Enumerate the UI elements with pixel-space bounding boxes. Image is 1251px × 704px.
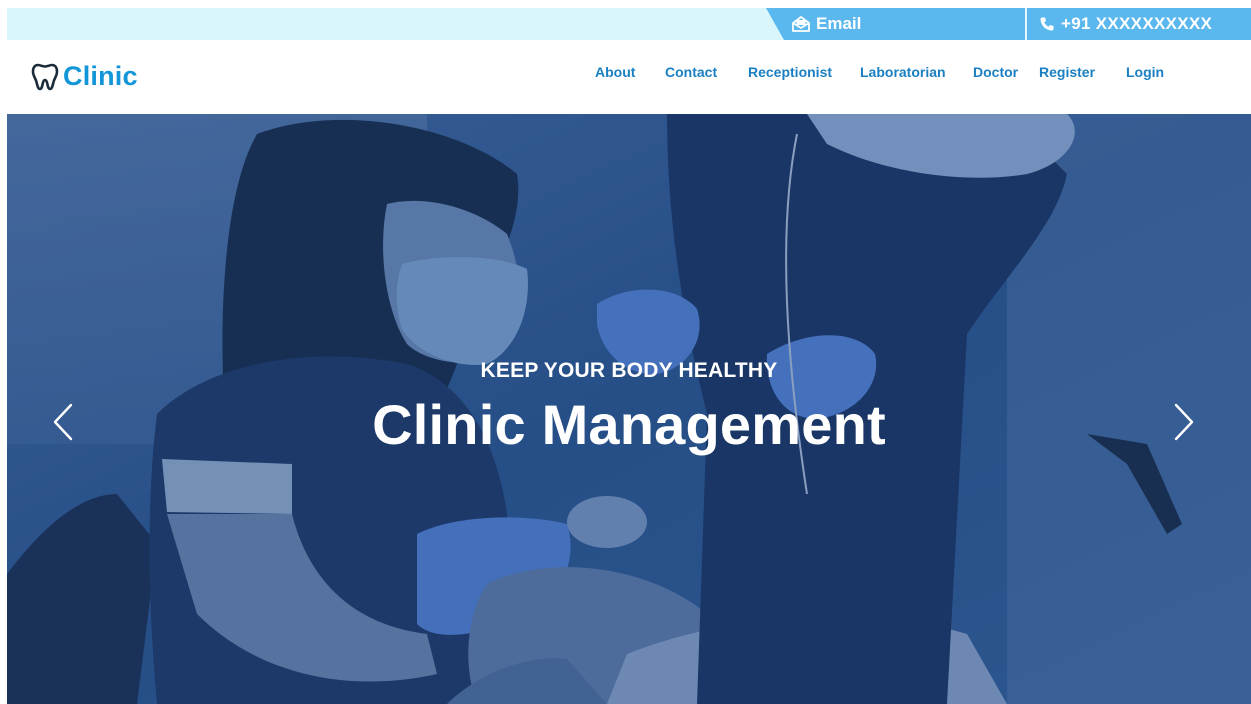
chevron-left-icon: [52, 403, 74, 446]
envelope-open-icon: [792, 16, 810, 32]
nav-login[interactable]: Login: [1126, 64, 1164, 80]
email-label: Email: [816, 14, 862, 33]
carousel-next-button[interactable]: [1164, 402, 1204, 446]
hero-title: Clinic Management: [372, 393, 886, 456]
phone-icon: [1039, 16, 1055, 32]
top-contact-bar: Email +91 XXXXXXXXXX: [7, 8, 1251, 40]
nav-doctor[interactable]: Doctor: [973, 64, 1018, 80]
email-contact[interactable]: Email: [766, 8, 1028, 40]
nav-register[interactable]: Register: [1039, 64, 1095, 80]
nav-contact[interactable]: Contact: [665, 64, 717, 80]
hero-eyebrow: KEEP YOUR BODY HEALTHY: [480, 359, 778, 382]
nav-menu: About Contact Receptionist Laboratorian …: [7, 40, 1251, 114]
page: Email +91 XXXXXXXXXX Clinic About Contac…: [0, 0, 1251, 704]
chevron-right-icon: [1173, 403, 1195, 446]
hero-carousel: KEEP YOUR BODY HEALTHY Clinic Management: [7, 114, 1251, 704]
nav-receptionist[interactable]: Receptionist: [748, 64, 832, 80]
nav-about[interactable]: About: [595, 64, 635, 80]
navbar: Clinic About Contact Receptionist Labora…: [7, 40, 1251, 114]
nav-laboratorian[interactable]: Laboratorian: [860, 64, 946, 80]
phone-contact[interactable]: +91 XXXXXXXXXX: [1025, 8, 1251, 40]
phone-label: +91 XXXXXXXXXX: [1061, 14, 1213, 33]
carousel-prev-button[interactable]: [43, 402, 83, 446]
